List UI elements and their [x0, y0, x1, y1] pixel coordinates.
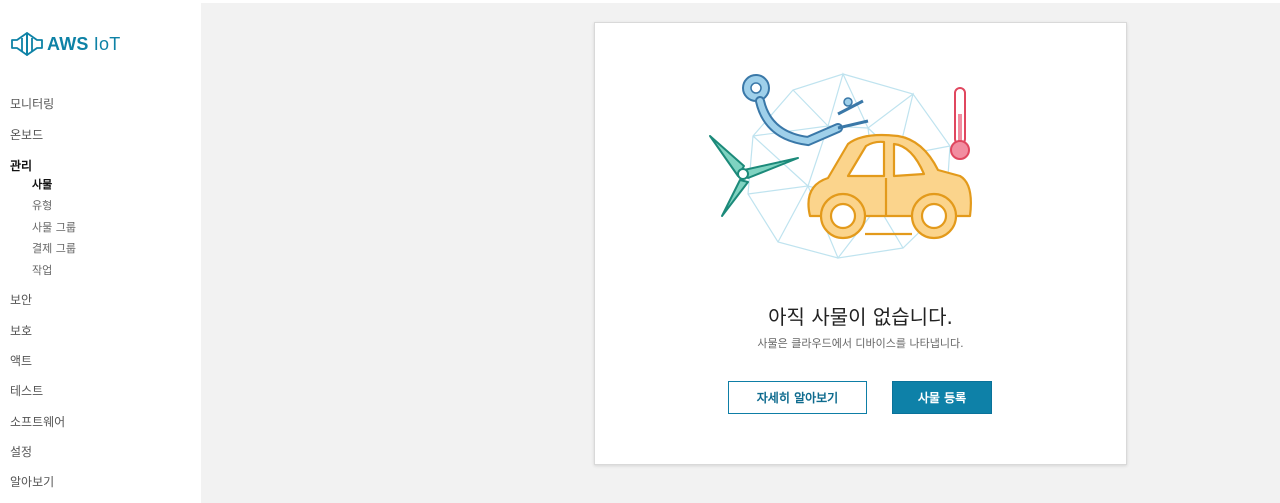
sidebar-item-software[interactable]: 소프트웨어 — [10, 415, 65, 429]
sidebar: AWS IoT 모니터링 온보드 관리 사물 유형 사물 그룹 결제 그룹 작업… — [0, 0, 201, 503]
learn-more-button[interactable]: 자세히 알아보기 — [728, 381, 867, 414]
sidebar-item-settings[interactable]: 설정 — [10, 445, 32, 459]
sidebar-subitem-types[interactable]: 유형 — [32, 199, 52, 213]
sidebar-item-secure[interactable]: 보안 — [10, 293, 32, 307]
brand[interactable]: AWS IoT — [9, 30, 120, 58]
sidebar-item-defend[interactable]: 보호 — [10, 324, 32, 338]
empty-state-title: 아직 사물이 없습니다. — [768, 305, 953, 329]
sidebar-subitem-jobs[interactable]: 작업 — [32, 264, 52, 278]
sidebar-item-learn[interactable]: 알아보기 — [10, 475, 54, 489]
sidebar-item-monitoring[interactable]: 모니터링 — [10, 97, 54, 111]
empty-state-card: 아직 사물이 없습니다. 사물은 클라우드에서 디바이스를 나타냅니다. 자세히… — [594, 22, 1127, 465]
empty-state-description: 사물은 클라우드에서 디바이스를 나타냅니다. — [757, 337, 964, 350]
sidebar-item-act[interactable]: 액트 — [10, 354, 32, 368]
sidebar-subitem-things[interactable]: 사물 — [32, 178, 52, 192]
sidebar-item-test[interactable]: 테스트 — [10, 384, 43, 398]
sidebar-item-onboard[interactable]: 온보드 — [10, 128, 43, 142]
top-strip — [201, 0, 1280, 3]
brand-name: AWS IoT — [47, 33, 121, 54]
iot-things-illustration-icon — [709, 72, 972, 260]
aws-iot-logo-icon — [11, 32, 43, 56]
sidebar-subitem-billing-groups[interactable]: 결제 그룹 — [32, 242, 76, 256]
register-thing-button[interactable]: 사물 등록 — [892, 381, 992, 414]
sidebar-item-manage[interactable]: 관리 — [10, 159, 32, 173]
sidebar-subitem-thing-groups[interactable]: 사물 그룹 — [32, 221, 76, 235]
